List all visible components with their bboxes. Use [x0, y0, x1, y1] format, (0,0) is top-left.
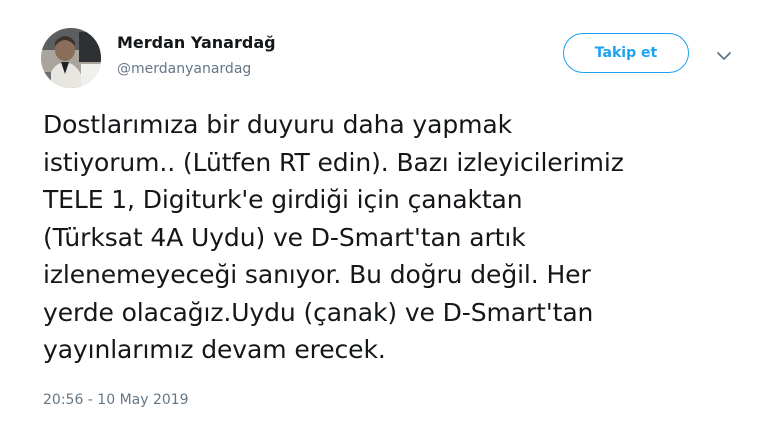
tweet-text-line: istiyorum.. (Lütfen RT edin). Bazı izley… — [43, 147, 624, 177]
tweet-timestamp[interactable]: 20:56 - 10 May 2019 — [43, 391, 189, 409]
tweet-text-line: TELE 1, Digiturk'e girdiği için çanaktan — [43, 185, 523, 214]
tweet-text-line: yayınlarımız devam erecek. — [43, 335, 386, 364]
tweet-text-line: yerde olacağız.Uydu (çanak) ve D-Smart't… — [43, 297, 594, 327]
tweet-text-line: izlenemeyeceği sanıyor. Bu doğru değil. … — [43, 260, 591, 289]
user-handle[interactable]: @merdanyanardag — [117, 60, 251, 78]
tweet-text-line: Dostlarımıza bir duyuru daha yapmak — [43, 110, 512, 139]
tweet-text-line: (Türksat 4A Uydu) ve D-Smart'tan artık — [43, 222, 526, 252]
display-name[interactable]: Merdan Yanardağ — [117, 33, 276, 53]
tweet-card: Merdan Yanardağ @merdanyanardag Takip et… — [0, 0, 760, 421]
chevron-down-icon[interactable] — [715, 50, 733, 62]
tweet-text: Dostlarımıza bir duyuru daha yapmak isti… — [43, 106, 743, 369]
follow-button[interactable]: Takip et — [563, 33, 689, 73]
avatar[interactable] — [41, 28, 101, 88]
avatar-photo — [41, 28, 101, 88]
